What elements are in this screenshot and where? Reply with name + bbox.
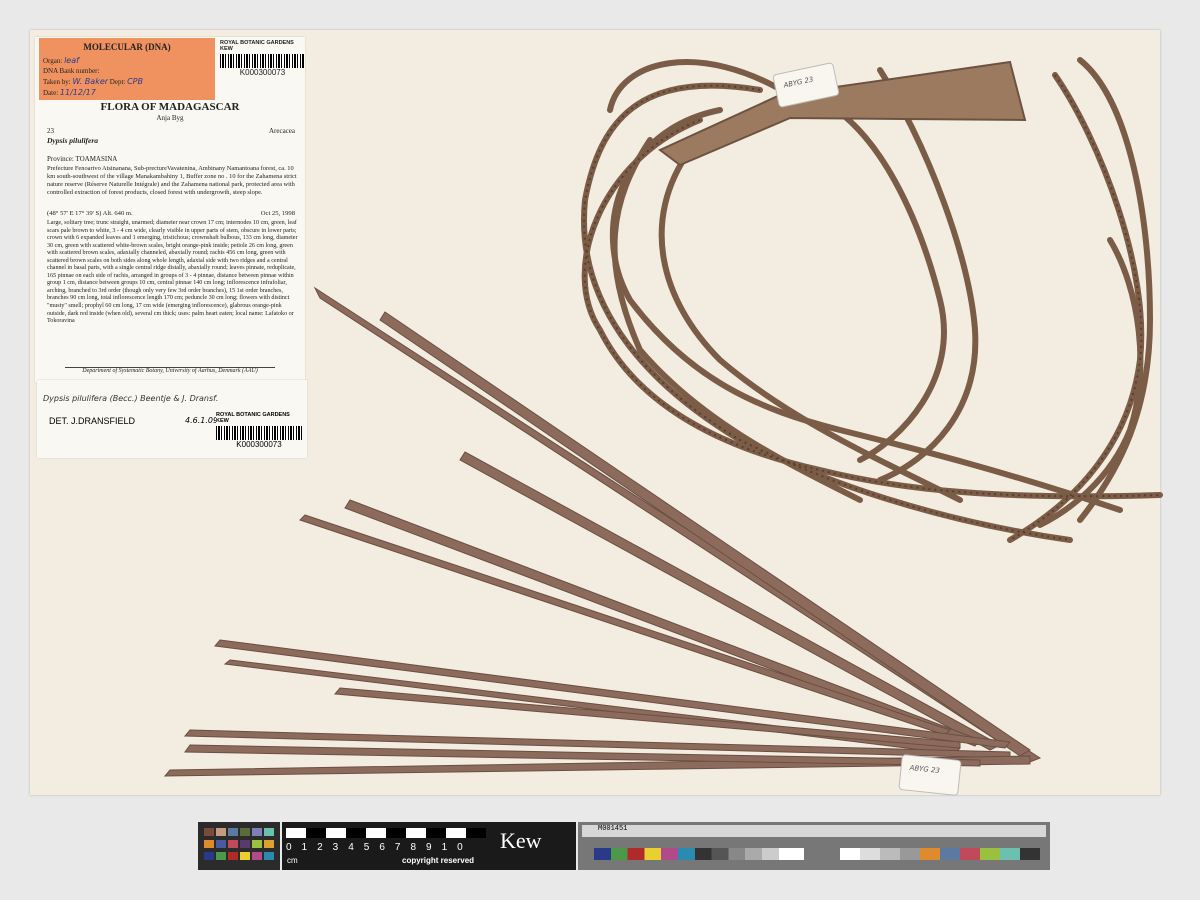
barcode-number: K000300073 [239, 68, 286, 77]
swatch [216, 840, 226, 848]
kew-barcode-label: ROYAL BOTANIC GARDENS KEW K000300073 [220, 40, 305, 78]
determination-date: 4.6.1.09 [185, 416, 219, 425]
dna-label-title: MOLECULAR (DNA) [83, 42, 171, 52]
organ-value: leaf [64, 56, 79, 65]
organ-label: Organ: [43, 57, 63, 65]
kew-barcode-label-2: ROYAL BOTANIC GARDENS KEW K000300073 [216, 412, 302, 452]
taken-by-label: Taken by: [43, 78, 71, 86]
specimen-tag-lower: ABYG 23 [898, 753, 962, 797]
kew-header: ROYAL BOTANIC GARDENS KEW [220, 40, 294, 52]
determined-name: Dypsis pilulifera (Becc.) Beentje & J. D… [43, 394, 219, 403]
swatch [228, 852, 238, 860]
swatch [252, 852, 262, 860]
kew-logo: Kew [500, 828, 542, 853]
collection-label: MOLECULAR (DNA) Organ: leaf DNA Bank num… [35, 37, 305, 383]
determiner: DET. J.DRANSFIELD [49, 416, 136, 426]
swatch [252, 828, 262, 836]
kew-header-2: ROYAL BOTANIC GARDENS KEW [216, 412, 290, 424]
flora-title: FLORA OF MADAGASCAR [100, 101, 240, 113]
strip-label: M001451 [582, 825, 1046, 837]
copyright-text: copyright reserved [402, 856, 475, 865]
ruler-numbers: 012345678910 [286, 842, 473, 853]
dna-sample-label: MOLECULAR (DNA) Organ: leaf DNA Bank num… [39, 38, 215, 100]
barcode-number-2: K000300073 [236, 440, 282, 449]
ruler-unit: cm [287, 856, 298, 865]
kew-logo-card: Kew [494, 822, 576, 870]
swatch [228, 840, 238, 848]
calibration-patches-2 [840, 848, 1040, 860]
locality-text: Prefecture Fenoarivo Atsinanana, Sub-pre… [47, 165, 297, 196]
color-calibration-strip: M001451 [578, 822, 1050, 870]
swatch [264, 852, 274, 860]
tag-text-lower: ABYG 23 [909, 763, 941, 775]
calibration-patches [594, 848, 804, 860]
swatch [264, 840, 274, 848]
swatch [240, 852, 250, 860]
barcode-2 [216, 426, 302, 440]
swatch [216, 852, 226, 860]
date-label: Date: [43, 89, 59, 97]
swatch [228, 828, 238, 836]
cm-ruler [286, 828, 486, 838]
date-value: 11/12/17 [59, 88, 96, 97]
species-name: Dypsis pilulifera [47, 136, 99, 145]
dept-value: CPB [127, 77, 143, 86]
collector-name: Anja Byg [156, 114, 184, 122]
swatch [240, 840, 250, 848]
color-swatch-card [198, 822, 280, 870]
collection-number: 23 [47, 127, 54, 135]
swatch [204, 840, 214, 848]
swatch [204, 828, 214, 836]
dept-label: Dept: [109, 78, 126, 86]
swatch [264, 828, 274, 836]
swatch [240, 828, 250, 836]
inflorescence [581, 57, 1163, 543]
swatch [216, 828, 226, 836]
coordinates: (48° 57' E 17° 39' S) Alt. 640 m. [47, 210, 133, 217]
description-text: Large, solitary tree; trunc straight, un… [47, 220, 298, 325]
dna-bank-label: DNA Bank number: [43, 67, 100, 75]
strip-code: M001451 [598, 825, 628, 833]
department-line: Department of Systematic Botany, Univers… [65, 367, 275, 374]
barcode [220, 54, 305, 68]
taken-by-value: W. Baker [72, 77, 109, 86]
province: Province: TOAMASINA [47, 155, 118, 163]
swatch [252, 840, 262, 848]
tag-text-upper: ABYG 23 [782, 75, 815, 90]
family-name: Arecacea [268, 127, 295, 135]
swatch [204, 852, 214, 860]
collection-date: Oct 25, 1998 [260, 210, 295, 217]
scale-ruler-card: 012345678910 cm copyright reserved [282, 822, 494, 870]
